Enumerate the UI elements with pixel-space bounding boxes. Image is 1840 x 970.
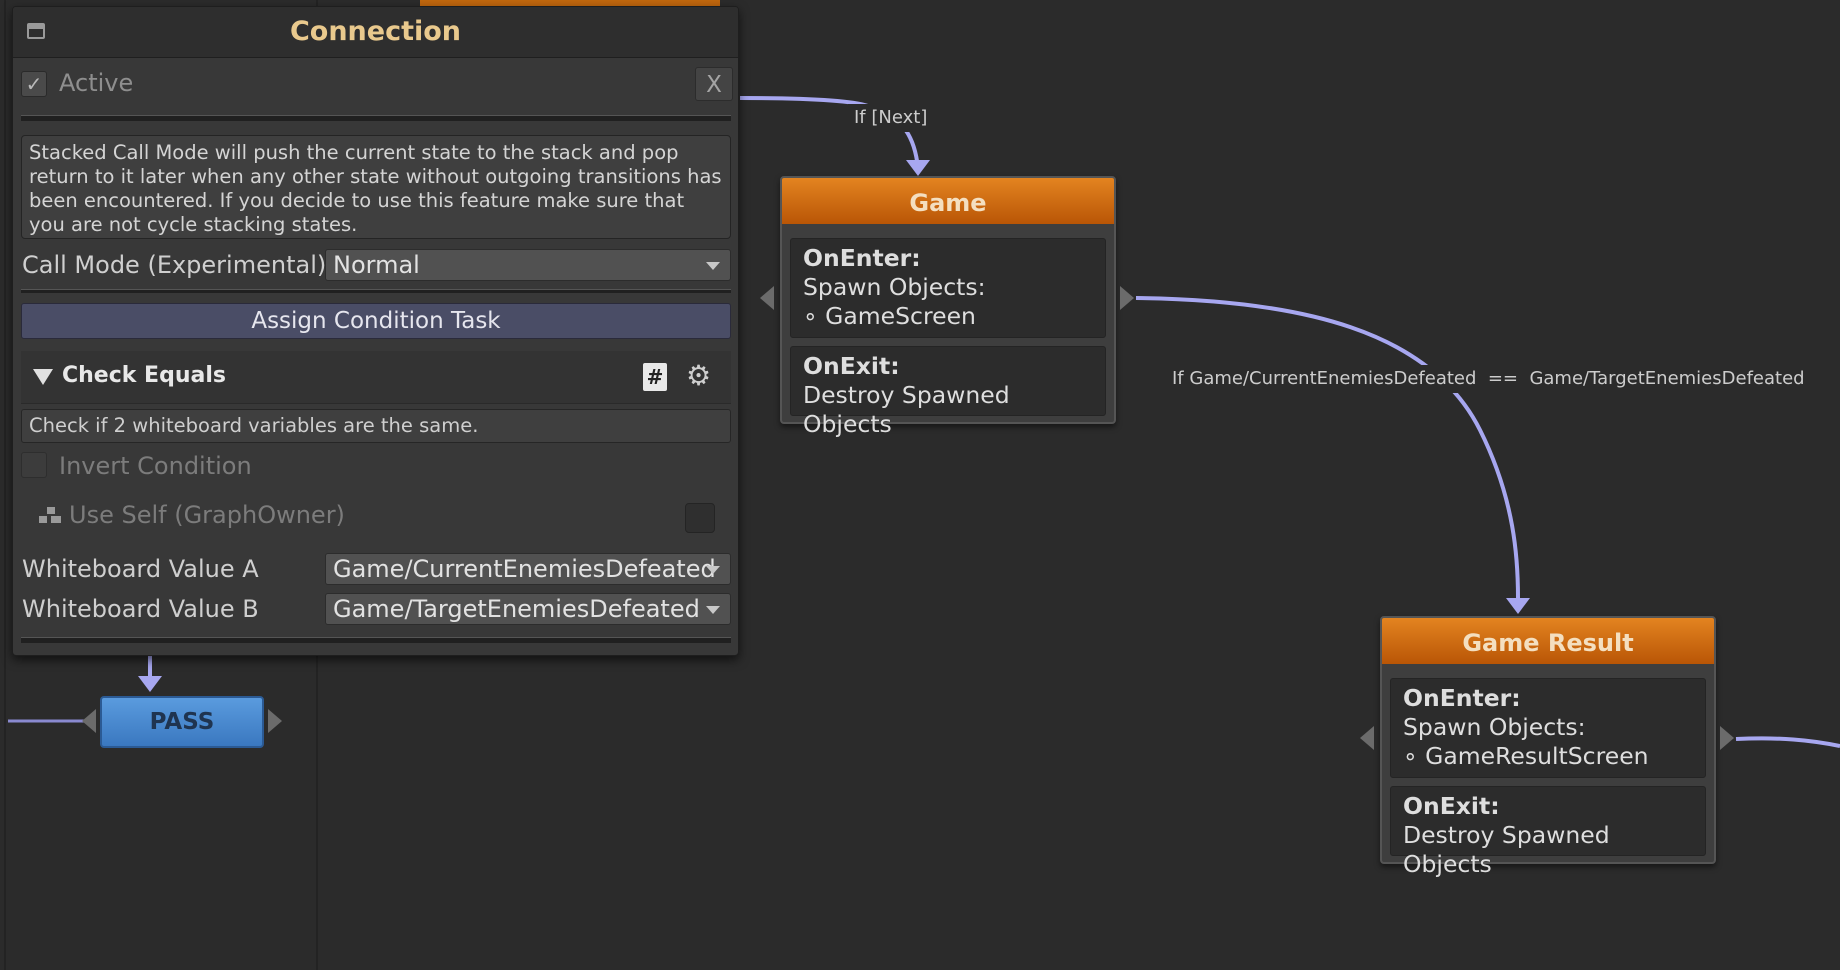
in-port-game[interactable] bbox=[760, 286, 774, 310]
connection-inspector-panel[interactable]: Connection ✓ Active X Stacked Call Mode … bbox=[12, 6, 739, 656]
whiteboard-value-b-label: Whiteboard Value B bbox=[22, 595, 259, 623]
use-self-checkbox[interactable] bbox=[685, 503, 715, 533]
whiteboard-value-a-label: Whiteboard Value A bbox=[22, 555, 259, 583]
node-title: Game Result bbox=[1382, 618, 1714, 664]
call-mode-label: Call Mode (Experimental) bbox=[22, 251, 327, 279]
gear-icon[interactable]: ⚙ bbox=[686, 361, 711, 391]
assign-condition-task-button[interactable]: Assign Condition Task bbox=[21, 303, 731, 339]
on-exit-header: OnExit: bbox=[803, 352, 900, 380]
call-mode-dropdown[interactable]: Normal bbox=[325, 249, 731, 281]
whiteboard-value-a-dropdown[interactable]: Game/CurrentEnemiesDefeated bbox=[325, 553, 731, 585]
on-enter-line: Spawn Objects: bbox=[803, 273, 986, 301]
state-node-game[interactable]: Game OnEnter: Spawn Objects: ∘ GameScree… bbox=[780, 176, 1116, 438]
chevron-down-icon bbox=[706, 566, 720, 574]
whiteboard-value-b: Game/TargetEnemiesDefeated bbox=[333, 595, 700, 623]
delete-connection-button[interactable]: X bbox=[695, 67, 733, 101]
on-exit-box: OnExit: Destroy Spawned Objects bbox=[1390, 786, 1706, 878]
whiteboard-value-a: Game/CurrentEnemiesDefeated bbox=[333, 555, 716, 583]
graph-owner-icon bbox=[39, 507, 63, 525]
connection-out-of-result bbox=[1735, 736, 1840, 748]
on-exit-box: OnExit: Destroy Spawned Objects bbox=[790, 346, 1106, 438]
transition-label-next[interactable]: If [Next] bbox=[848, 104, 934, 132]
connection-arrow bbox=[906, 160, 930, 176]
active-checkbox[interactable]: ✓ bbox=[21, 71, 47, 97]
call-mode-help-text: Stacked Call Mode will push the current … bbox=[21, 135, 731, 239]
state-node-game-result[interactable]: Game Result OnEnter: Spawn Objects: ∘ Ga… bbox=[1380, 616, 1716, 878]
chevron-down-icon bbox=[706, 606, 720, 614]
on-exit-line: Destroy Spawned Objects bbox=[1403, 821, 1610, 878]
use-self-label: Use Self (GraphOwner) bbox=[69, 501, 345, 529]
in-port-pass[interactable] bbox=[82, 709, 96, 733]
chevron-down-icon bbox=[706, 262, 720, 270]
invert-condition-checkbox[interactable] bbox=[21, 452, 47, 478]
transition-label-enemies-defeated[interactable]: If Game/CurrentEnemiesDefeated == Game/T… bbox=[1166, 365, 1811, 393]
in-port-game-result[interactable] bbox=[1360, 726, 1374, 750]
connection-arrow bbox=[138, 676, 162, 692]
call-mode-value: Normal bbox=[333, 251, 420, 279]
active-label: Active bbox=[59, 69, 134, 97]
on-enter-line: ∘ GameScreen bbox=[803, 302, 976, 330]
condition-task-title: Check Equals bbox=[62, 363, 226, 388]
state-node-pass[interactable]: PASS bbox=[100, 696, 264, 748]
active-row: ✓ Active X bbox=[21, 65, 733, 105]
out-port-game[interactable] bbox=[1120, 286, 1134, 310]
node-title: Game bbox=[782, 178, 1114, 224]
collapse-triangle-icon[interactable] bbox=[33, 369, 53, 385]
separator bbox=[21, 115, 731, 121]
whiteboard-value-b-dropdown[interactable]: Game/TargetEnemiesDefeated bbox=[325, 593, 731, 625]
on-enter-line: Spawn Objects: bbox=[1403, 713, 1586, 741]
script-hash-icon[interactable]: # bbox=[643, 363, 667, 391]
separator bbox=[21, 637, 731, 643]
condition-task-description: Check if 2 whiteboard variables are the … bbox=[21, 409, 731, 443]
on-enter-header: OnEnter: bbox=[1403, 684, 1521, 712]
on-enter-box: OnEnter: Spawn Objects: ∘ GameResultScre… bbox=[1390, 678, 1706, 778]
on-exit-header: OnExit: bbox=[1403, 792, 1500, 820]
on-enter-box: OnEnter: Spawn Objects: ∘ GameScreen bbox=[790, 238, 1106, 338]
condition-task-header[interactable]: Check Equals # ⚙ bbox=[21, 351, 731, 404]
inspector-title: Connection bbox=[289, 16, 462, 47]
inspector-header[interactable]: Connection bbox=[13, 7, 738, 58]
connection-game-to-result bbox=[1135, 296, 1520, 599]
out-port-game-result[interactable] bbox=[1720, 726, 1734, 750]
out-port-pass[interactable] bbox=[268, 709, 282, 733]
on-enter-header: OnEnter: bbox=[803, 244, 921, 272]
separator bbox=[21, 289, 731, 293]
on-exit-line: Destroy Spawned Objects bbox=[803, 381, 1010, 438]
connection-arrow bbox=[1506, 598, 1530, 614]
invert-condition-label: Invert Condition bbox=[59, 452, 252, 480]
on-enter-line: ∘ GameResultScreen bbox=[1403, 742, 1649, 770]
